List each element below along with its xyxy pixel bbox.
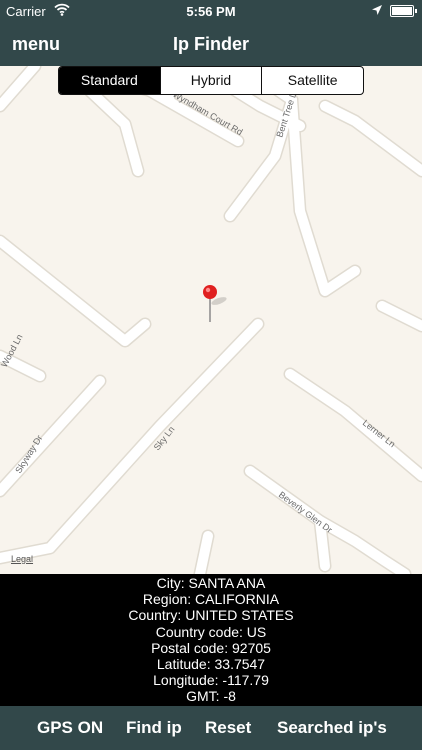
segment-standard[interactable]: Standard	[59, 67, 160, 94]
street-label-beverly: Beverly Glen Dr	[277, 490, 334, 535]
status-time: 5:56 PM	[186, 4, 236, 19]
country-code-value: Country code: US	[155, 623, 267, 640]
legal-link[interactable]: Legal	[11, 554, 33, 564]
searched-ips-button[interactable]: Searched ip's	[277, 718, 387, 738]
city-value: City: SANTA ANA	[156, 575, 266, 591]
page-title: Ip Finder	[173, 34, 249, 54]
bottom-toolbar: GPS ON Find ip Reset Searched ip's	[0, 706, 422, 750]
menu-button[interactable]: menu	[12, 34, 60, 55]
ip-info-panel: City: SANTA ANA Region: CALIFORNIA Count…	[0, 574, 422, 707]
region-value: Region: CALIFORNIA	[142, 591, 280, 608]
segment-satellite[interactable]: Satellite	[261, 67, 363, 94]
country-value: Country: UNITED STATES	[128, 607, 294, 624]
status-bar: Carrier 5:56 PM	[0, 0, 422, 22]
map-type-segmented-control: Standard Hybrid Satellite	[58, 66, 364, 95]
postal-code-value: Postal code: 92705	[151, 639, 271, 656]
longitude-value: Longitude: -117.79	[153, 672, 269, 689]
reset-button[interactable]: Reset	[205, 718, 251, 738]
latitude-value: Latitude: 33.7547	[156, 656, 266, 673]
gmt-value: GMT: -8	[186, 688, 236, 705]
battery-icon	[390, 5, 417, 17]
segment-hybrid[interactable]: Hybrid	[159, 67, 262, 94]
location-arrow-icon	[372, 4, 382, 19]
map-view[interactable]: Wyndham Court Rd Bent Tree Ln Wood Ln Sk…	[0, 66, 422, 574]
map-pin-icon[interactable]	[202, 284, 227, 324]
nav-bar: menu Ip Finder	[0, 22, 422, 66]
find-ip-button[interactable]: Find ip	[126, 718, 182, 738]
gps-on-button[interactable]: GPS ON	[37, 718, 103, 738]
